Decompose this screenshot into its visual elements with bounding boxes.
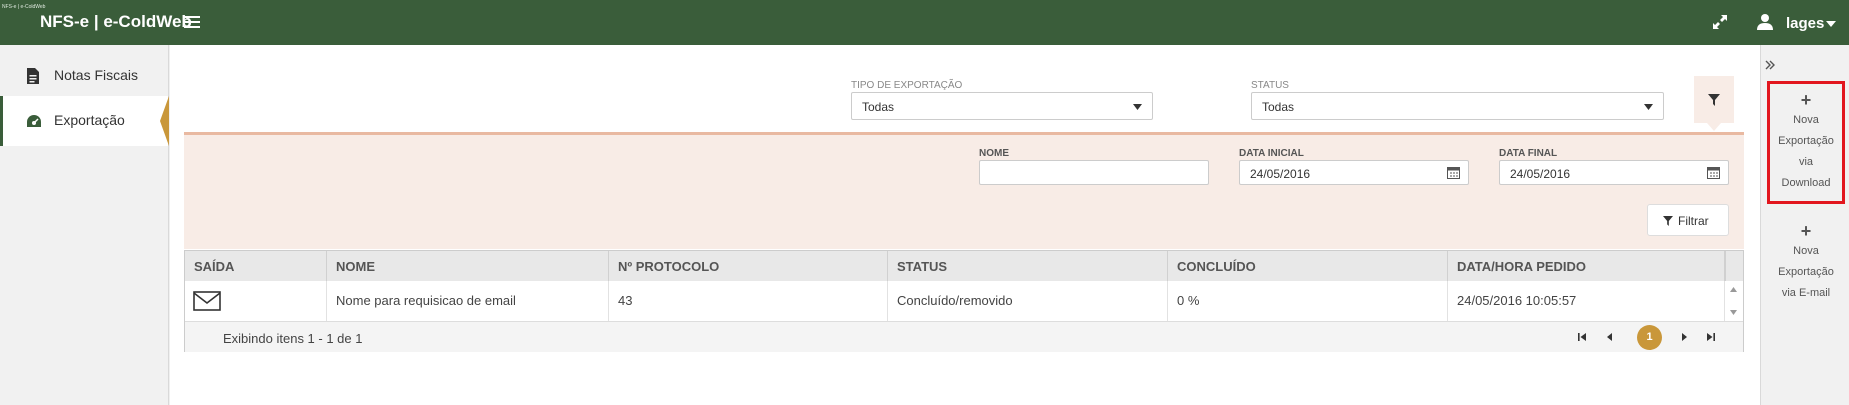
- filtrar-label: Filtrar: [1678, 214, 1709, 228]
- nova-exportacao-email-button[interactable]: + Nova Exportação via E-mail: [1767, 215, 1845, 300]
- user-icon[interactable]: [1757, 13, 1773, 30]
- double-chevron-right-icon[interactable]: [1765, 60, 1775, 70]
- plus-icon: +: [1800, 221, 1812, 241]
- data-final-value: 24/05/2016: [1510, 167, 1571, 181]
- pager-info: Exibindo itens 1 - 1 de 1: [223, 331, 363, 346]
- tipo-exportacao-label: TIPO DE EXPORTAÇÃO: [851, 80, 963, 91]
- tipo-exportacao-select[interactable]: Todas: [851, 92, 1153, 120]
- chevron-down-icon[interactable]: [1826, 21, 1836, 27]
- first-page-icon[interactable]: [1575, 330, 1589, 344]
- action-line: via E-mail: [1781, 287, 1831, 299]
- previous-page-icon[interactable]: [1603, 330, 1617, 344]
- chevron-down-icon: [1133, 104, 1142, 110]
- nome-cell: Nome para requisicao de email: [327, 281, 609, 321]
- sidebar-item-label: Notas Fiscais: [54, 67, 139, 83]
- brand-mini-logo: NFS-e | e-ColdWeb: [2, 4, 46, 10]
- saida-cell: [185, 281, 327, 321]
- status-select[interactable]: Todas: [1251, 92, 1664, 120]
- document-icon: [27, 68, 39, 84]
- fullscreen-expand-icon[interactable]: [1712, 14, 1728, 30]
- action-line: Download: [1781, 177, 1831, 189]
- plus-icon: +: [1800, 90, 1812, 110]
- data-inicial-input[interactable]: 24/05/2016: [1239, 160, 1469, 185]
- action-line: Nova: [1793, 114, 1819, 126]
- grid-vertical-scrollbar[interactable]: [1725, 281, 1743, 321]
- status-label: STATUS: [1251, 80, 1289, 91]
- column-header-nome[interactable]: NOME: [327, 251, 609, 281]
- data-inicial-label: DATA INICIAL: [1239, 148, 1304, 159]
- last-page-icon[interactable]: [1704, 330, 1718, 344]
- email-icon[interactable]: [193, 291, 221, 311]
- chevron-down-icon: [1644, 104, 1653, 110]
- table-row[interactable]: Nome para requisicao de email 43 Concluí…: [185, 281, 1725, 321]
- user-name[interactable]: lages: [1786, 15, 1824, 32]
- scroll-down-icon[interactable]: [1730, 310, 1737, 315]
- column-header-concluido[interactable]: CONCLUÍDO: [1168, 251, 1448, 281]
- action-line: via: [1798, 156, 1814, 168]
- hamburger-menu-icon[interactable]: [184, 15, 200, 29]
- main-content: TIPO DE EXPORTAÇÃO Todas STATUS Todas NO…: [170, 45, 1760, 405]
- nome-input[interactable]: [979, 160, 1209, 185]
- grid-pager: Exibindo itens 1 - 1 de 1 1: [185, 321, 1743, 352]
- filtrar-button[interactable]: Filtrar: [1647, 204, 1729, 236]
- status-cell: Concluído/removido: [888, 281, 1168, 321]
- data-final-input[interactable]: 24/05/2016: [1499, 160, 1729, 185]
- nome-label: NOME: [979, 148, 1009, 159]
- panel-pointer: [1707, 123, 1721, 131]
- action-line: Exportação: [1778, 266, 1834, 278]
- sidebar-item-exportacao[interactable]: Exportação: [0, 96, 169, 146]
- top-bar: NFS-e | e-ColdWeb NFS-e | e-ColdWeb lage…: [0, 0, 1849, 45]
- next-page-icon[interactable]: [1677, 330, 1691, 344]
- grid-header: SAÍDA NOME Nº PROTOCOLO STATUS CONCLUÍDO…: [185, 251, 1725, 281]
- data-inicial-value: 24/05/2016: [1250, 167, 1311, 181]
- sidebar: Notas Fiscais Exportação: [0, 45, 169, 405]
- protocolo-cell: 43: [609, 281, 888, 321]
- sidebar-item-notas-fiscais[interactable]: Notas Fiscais: [0, 51, 168, 101]
- data-final-label: DATA FINAL: [1499, 148, 1558, 159]
- app-title[interactable]: NFS-e | e-ColdWeb: [40, 12, 192, 32]
- nova-exportacao-download-button[interactable]: + Nova Exportação via Download: [1767, 81, 1845, 204]
- column-header-protocolo[interactable]: Nº PROTOCOLO: [609, 251, 888, 281]
- action-line: Nova: [1793, 245, 1819, 257]
- column-header-data-hora[interactable]: DATA/HORA PEDIDO: [1448, 251, 1725, 281]
- status-value: Todas: [1262, 100, 1295, 114]
- calendar-icon[interactable]: [1447, 166, 1460, 179]
- scroll-up-icon[interactable]: [1730, 287, 1737, 292]
- scrollbar-header: [1725, 251, 1743, 281]
- current-page[interactable]: 1: [1637, 325, 1662, 350]
- column-header-status[interactable]: STATUS: [888, 251, 1168, 281]
- tipo-exportacao-value: Todas: [862, 100, 895, 114]
- column-header-saida[interactable]: SAÍDA: [185, 251, 327, 281]
- filter-toggle-button[interactable]: [1694, 76, 1734, 131]
- filter-icon: [1663, 216, 1673, 226]
- concluido-cell: 0 %: [1168, 281, 1448, 321]
- filter-panel: NOME DATA INICIAL 24/05/2016 DATA FINAL …: [184, 132, 1744, 249]
- right-action-bar: + Nova Exportação via Download + Nova Ex…: [1760, 45, 1849, 405]
- data-hora-cell: 24/05/2016 10:05:57: [1448, 281, 1725, 321]
- dashboard-icon: [27, 115, 41, 127]
- action-line: Exportação: [1778, 135, 1834, 147]
- calendar-icon[interactable]: [1707, 166, 1720, 179]
- filter-icon: [1708, 94, 1720, 106]
- exports-grid: SAÍDA NOME Nº PROTOCOLO STATUS CONCLUÍDO…: [184, 250, 1744, 352]
- sidebar-item-label: Exportação: [54, 112, 125, 128]
- active-tab-marker: [160, 96, 169, 146]
